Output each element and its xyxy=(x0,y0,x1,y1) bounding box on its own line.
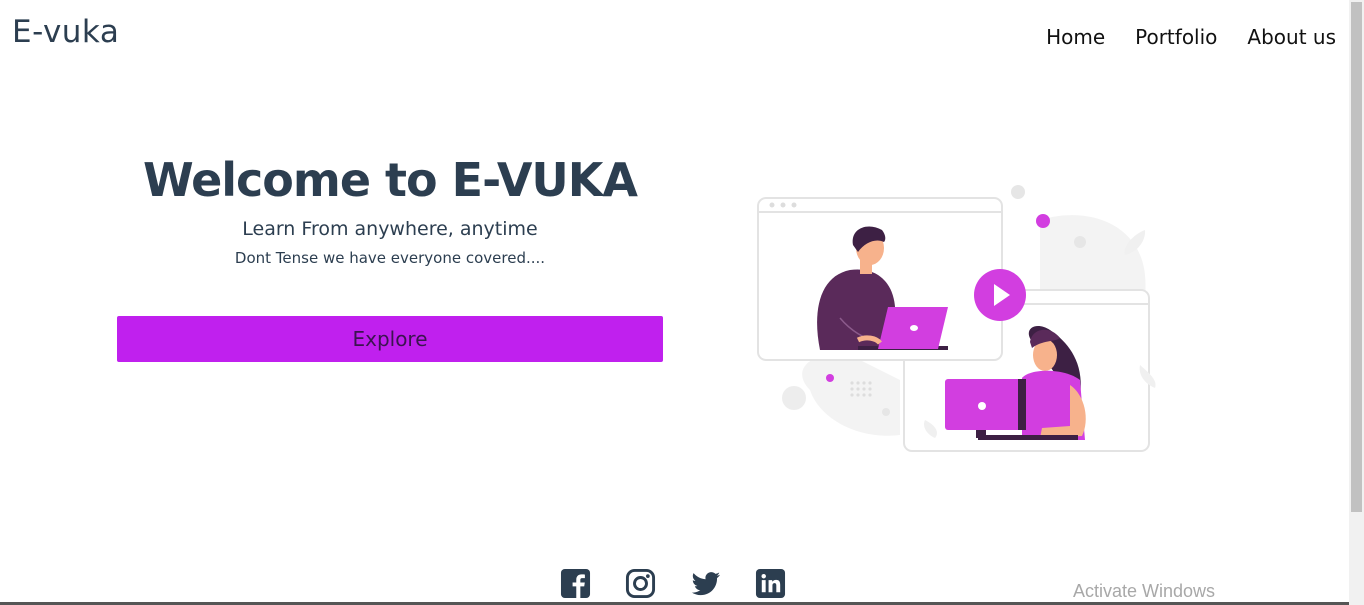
online-learning-illustration xyxy=(757,185,1156,452)
main-nav: Home Portfolio About us xyxy=(1046,20,1336,54)
explore-button[interactable]: Explore xyxy=(117,316,663,362)
scrollbar-thumb[interactable] xyxy=(1351,2,1362,512)
vertical-scrollbar[interactable] xyxy=(1349,0,1364,605)
hero-section: Welcome to E-VUKA Learn From anywhere, a… xyxy=(117,148,663,270)
hero-title: Welcome to E-VUKA xyxy=(142,153,638,207)
os-activation-watermark: Activate Windows xyxy=(1073,581,1216,601)
hero-subtitle: Learn From anywhere, anytime xyxy=(242,218,538,240)
nav-portfolio-link[interactable]: Portfolio xyxy=(1135,20,1217,54)
twitter-icon[interactable] xyxy=(690,568,721,599)
site-logo[interactable]: E-vuka xyxy=(12,10,119,54)
linkedin-icon[interactable] xyxy=(755,568,786,599)
hero-tagline: Dont Tense we have everyone covered.... xyxy=(234,249,546,267)
social-links xyxy=(560,568,786,599)
nav-about-link[interactable]: About us xyxy=(1247,20,1336,54)
nav-home-link[interactable]: Home xyxy=(1046,20,1105,54)
instagram-icon[interactable] xyxy=(625,568,656,599)
landing-page: E-vuka Home Portfolio About us Welcome t… xyxy=(0,0,1364,605)
facebook-icon[interactable] xyxy=(560,568,591,599)
